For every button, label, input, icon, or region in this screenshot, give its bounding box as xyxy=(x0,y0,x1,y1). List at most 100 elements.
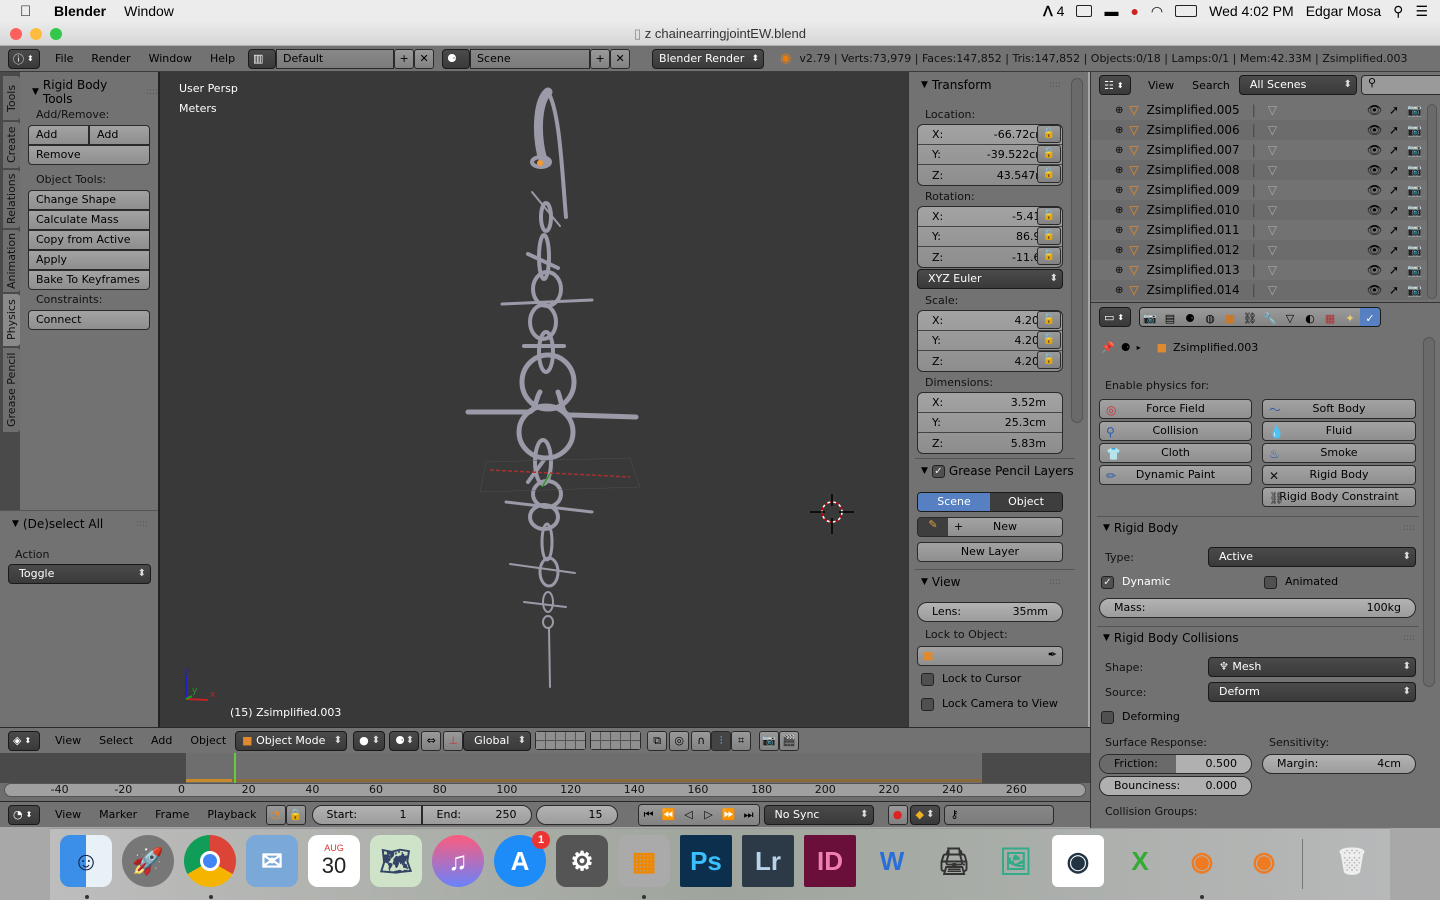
layers-group-1[interactable] xyxy=(535,731,587,750)
object-menu[interactable]: Object xyxy=(181,734,235,747)
selectable-cursor-icon[interactable]: ➚ xyxy=(1389,123,1399,137)
opengl-render-icon[interactable]: 📷 xyxy=(759,730,780,751)
gp-new-button[interactable]: + New xyxy=(948,518,1062,536)
mesh-data-icon[interactable]: ▽ xyxy=(1268,263,1277,277)
prev-keyframe-icon[interactable]: ⏪ xyxy=(658,804,679,825)
dock-maps[interactable]: 🗺 xyxy=(370,835,422,887)
animated-row[interactable]: Animated xyxy=(1264,575,1338,589)
tl-view-menu[interactable]: View xyxy=(46,808,90,821)
mesh-data-icon[interactable]: ▽ xyxy=(1268,163,1277,177)
spotlight-icon[interactable]: ⚲ xyxy=(1393,3,1403,20)
dock-trash[interactable]: 🗑 xyxy=(1326,835,1378,887)
dimension-z-field[interactable]: Z: 5.83m xyxy=(918,433,1062,453)
data-tab-icon[interactable]: ▽ xyxy=(1280,308,1300,326)
play-icon[interactable]: ▷ xyxy=(698,804,719,825)
menu-render[interactable]: Render xyxy=(82,52,139,65)
dock-calculator[interactable]: ▦ xyxy=(618,835,670,887)
app-menu[interactable]: Blender xyxy=(54,3,106,19)
eyedropper-icon[interactable]: ✒ xyxy=(1048,648,1057,661)
lock-location-z-icon[interactable]: 🔓 xyxy=(1037,165,1061,183)
lock-scale-x-icon[interactable]: 🔓 xyxy=(1037,311,1061,329)
drag-handle-icon[interactable]: :::: xyxy=(1049,577,1061,587)
current-frame-field[interactable]: 15 xyxy=(535,804,618,825)
outliner-display-mode[interactable]: All Scenes xyxy=(1238,75,1357,95)
expand-icon[interactable]: ⊕ xyxy=(1115,245,1123,256)
expand-icon[interactable]: ⊕ xyxy=(1115,165,1123,176)
tab-tools[interactable]: Tools xyxy=(3,76,20,120)
mode-dropdown[interactable]: ■ Object Mode xyxy=(235,730,348,751)
3d-viewport[interactable]: User Persp Meters z y x (15) Zsimplified… xyxy=(158,72,908,727)
clock[interactable]: Wed 4:02 PM xyxy=(1209,3,1294,19)
selectable-cursor-icon[interactable]: ➚ xyxy=(1389,143,1399,157)
tab-relations[interactable]: Relations xyxy=(3,170,20,228)
outliner-item[interactable]: ⊕ ▽ Zsimplified.011 | ▽ 👁 ➚ 📷 xyxy=(1091,220,1429,240)
dock-lightroom[interactable]: Lr xyxy=(742,835,794,887)
selectable-cursor-icon[interactable]: ➚ xyxy=(1389,243,1399,257)
rigid-body-collisions-header[interactable]: ▼ Rigid Body Collisions xyxy=(1103,631,1239,645)
collision-button[interactable]: ⚲ Collision xyxy=(1099,421,1252,441)
adobe-icon[interactable]: ᐱ xyxy=(1043,3,1053,20)
expand-icon[interactable]: ⊕ xyxy=(1115,265,1123,276)
outliner-item[interactable]: ⊕ ▽ Zsimplified.013 | ▽ 👁 ➚ 📷 xyxy=(1091,260,1429,280)
apply-transformation-button[interactable]: Apply Transformation xyxy=(28,250,150,284)
notification-center-icon[interactable]: ☰ xyxy=(1415,3,1428,20)
tab-create[interactable]: Create xyxy=(3,122,20,168)
rigid-body-type-dropdown[interactable]: Active xyxy=(1208,547,1416,567)
rigid-body-tools-header[interactable]: ▼ Rigid Body Tools:::: xyxy=(32,78,158,106)
gp-scene-tab[interactable]: Scene xyxy=(918,493,990,511)
selectable-cursor-icon[interactable]: ➚ xyxy=(1389,183,1399,197)
outliner-item[interactable]: ⊕ ▽ Zsimplified.012 | ▽ 👁 ➚ 📷 xyxy=(1091,240,1429,260)
mesh-data-icon[interactable]: ▽ xyxy=(1268,143,1277,157)
dock-word[interactable]: W xyxy=(866,835,918,887)
timeline-editor-type[interactable]: ◔ ⬍ xyxy=(8,804,40,825)
expand-icon[interactable]: ⊕ xyxy=(1115,285,1123,296)
zoom-window-button[interactable] xyxy=(50,28,62,40)
properties-scrollbar[interactable] xyxy=(1423,337,1435,687)
start-frame-field[interactable]: Start: 1 xyxy=(311,804,422,825)
add-scene-button[interactable]: + xyxy=(590,48,611,69)
lock-camera-checkbox[interactable] xyxy=(921,697,934,711)
rotation-mode-dropdown[interactable]: XYZ Euler xyxy=(917,269,1063,289)
mesh-data-icon[interactable]: ▽ xyxy=(1268,243,1277,257)
end-frame-field[interactable]: End: 250 xyxy=(421,804,532,825)
dimension-x-field[interactable]: X: 3.52m xyxy=(918,393,1062,413)
lock-cursor-row[interactable]: Lock to Cursor xyxy=(921,672,1021,686)
tl-marker-menu[interactable]: Marker xyxy=(90,808,146,821)
chain-earring-mesh[interactable] xyxy=(440,82,660,702)
dock-blender-2[interactable]: ◉ xyxy=(1238,835,1290,887)
scene-field[interactable]: Scene xyxy=(470,48,591,69)
drag-handle-icon[interactable]: :::: xyxy=(1403,633,1415,643)
lock-layers-icon[interactable]: ⧉ xyxy=(647,730,668,751)
airplay-icon[interactable]: ▬ xyxy=(1104,3,1118,19)
proportional-edit-icon[interactable]: ◎ xyxy=(669,730,690,751)
dock-launchpad[interactable]: 🚀 xyxy=(122,835,174,887)
sync-dropdown[interactable]: No Sync xyxy=(763,804,874,825)
display-icon[interactable] xyxy=(1076,5,1093,17)
dock-itunes[interactable]: ♫ xyxy=(432,835,484,887)
action-dropdown[interactable]: Toggle xyxy=(8,564,151,584)
timeline[interactable]: -40 -20 0 20 40 60 80 100 120 140 160 180 200 220 240 2… xyxy=(0,753,1090,801)
grease-pencil-header[interactable]: ▼ ✓ Grease Pencil Layers xyxy=(921,464,1074,478)
apple-icon[interactable]:  xyxy=(20,3,34,20)
selectable-cursor-icon[interactable]: ➚ xyxy=(1389,103,1399,117)
dock-chrome[interactable] xyxy=(184,835,236,887)
snap-element-icon[interactable]: ⫶ xyxy=(711,730,732,751)
auto-keying-record-icon[interactable]: ● xyxy=(887,804,908,825)
mass-field[interactable]: Mass: 100kg xyxy=(1099,598,1416,618)
menu-file[interactable]: File xyxy=(46,52,82,65)
add-menu[interactable]: Add xyxy=(142,734,181,747)
dynamic-checkbox[interactable]: ✓ xyxy=(1101,575,1114,589)
dock-blender-1[interactable]: ◉ xyxy=(1176,835,1228,887)
pin-icon[interactable]: 📌 xyxy=(1101,341,1115,354)
notification-icon[interactable]: ● xyxy=(1130,3,1138,19)
transform-header[interactable]: ▼ Transform xyxy=(921,78,992,92)
add-active-button[interactable]: Add Activ xyxy=(28,125,89,159)
tl-playback-menu[interactable]: Playback xyxy=(198,808,265,821)
fluid-button[interactable]: 💧 Fluid xyxy=(1262,421,1416,441)
expand-icon[interactable]: ⊕ xyxy=(1115,145,1123,156)
outliner-item[interactable]: ⊕ ▽ Zsimplified.009 | ▽ 👁 ➚ 📷 xyxy=(1091,180,1429,200)
collision-shape-dropdown[interactable]: ♆ Mesh xyxy=(1208,657,1416,677)
dimension-y-field[interactable]: Y: 25.3cm xyxy=(918,413,1062,433)
dock-printer[interactable]: 🖨 xyxy=(928,835,980,887)
outliner-item[interactable]: ⊕ ▽ Zsimplified.014 | ▽ 👁 ➚ 📷 xyxy=(1091,280,1429,300)
